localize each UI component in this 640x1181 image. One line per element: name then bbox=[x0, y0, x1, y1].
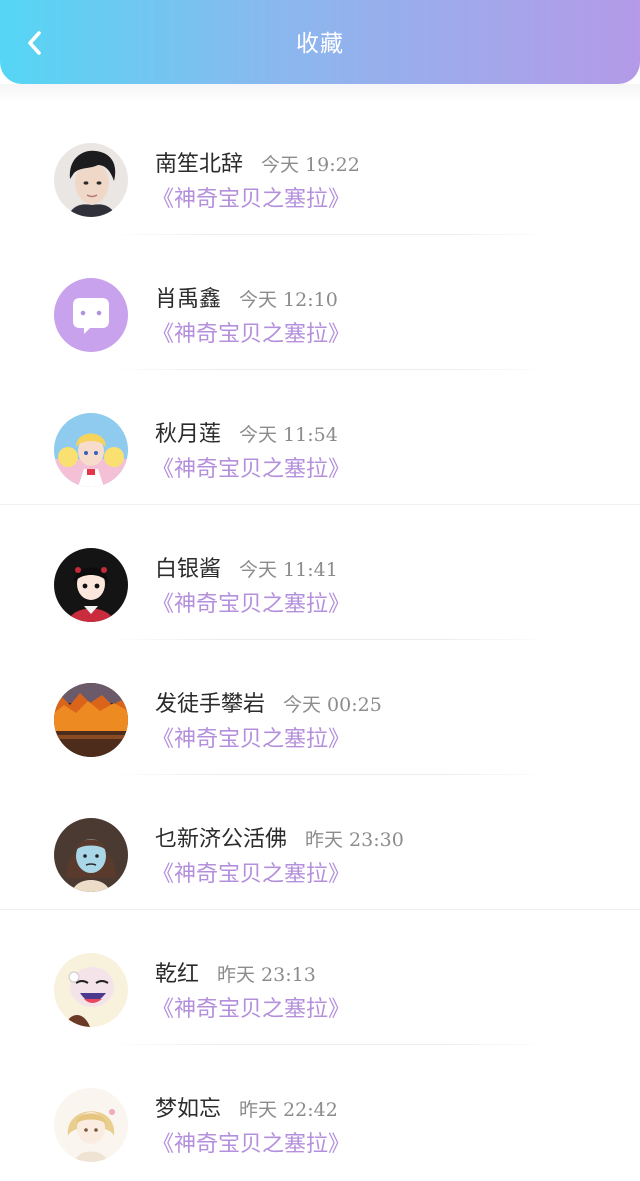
user-name: 肖禹鑫 bbox=[155, 287, 222, 312]
user-name: 白银酱 bbox=[155, 557, 222, 582]
avatar[interactable] bbox=[54, 818, 128, 892]
book-title-link[interactable]: 《神奇宝贝之塞拉》 bbox=[152, 991, 350, 1023]
user-name: 秋月莲 bbox=[155, 422, 222, 447]
book-title-link[interactable]: 《神奇宝贝之塞拉》 bbox=[152, 586, 350, 618]
timestamp: 今天 19:22 bbox=[261, 154, 360, 176]
user-name: 发徒手攀岩 bbox=[155, 692, 266, 717]
timestamp: 昨天 23:13 bbox=[217, 964, 316, 986]
list-item[interactable]: 南笙北辞 今天 19:22 《神奇宝贝之塞拉》 bbox=[0, 100, 640, 235]
list-item[interactable]: 乜新济公活佛 昨天 23:30 《神奇宝贝之塞拉》 bbox=[0, 775, 640, 910]
page-title: 收藏 bbox=[296, 31, 344, 57]
list-item[interactable]: 梦如忘 昨天 22:42 《神奇宝贝之塞拉》 bbox=[0, 1045, 640, 1180]
timestamp: 昨天 23:30 bbox=[305, 829, 404, 851]
top-bar: 收藏 bbox=[0, 0, 640, 84]
avatar[interactable] bbox=[54, 143, 128, 217]
avatar[interactable] bbox=[54, 1088, 128, 1162]
list-item[interactable]: 秋月莲 今天 11:54 《神奇宝贝之塞拉》 bbox=[0, 370, 640, 505]
avatar[interactable] bbox=[54, 548, 128, 622]
avatar[interactable] bbox=[54, 278, 128, 352]
user-name: 乜新济公活佛 bbox=[155, 827, 288, 852]
user-name: 梦如忘 bbox=[155, 1097, 222, 1122]
timestamp: 今天 11:41 bbox=[239, 559, 338, 581]
list-item[interactable]: 发徒手攀岩 今天 00:25 《神奇宝贝之塞拉》 bbox=[0, 640, 640, 775]
book-title-link[interactable]: 《神奇宝贝之塞拉》 bbox=[152, 1126, 350, 1158]
list-item[interactable]: 白银酱 今天 11:41 《神奇宝贝之塞拉》 bbox=[0, 505, 640, 640]
list-item[interactable]: 肖禹鑫 今天 12:10 《神奇宝贝之塞拉》 bbox=[0, 235, 640, 370]
user-name: 南笙北辞 bbox=[155, 152, 244, 177]
favorites-list: 南笙北辞 今天 19:22 《神奇宝贝之塞拉》 肖禹鑫 今天 12:10 《神奇… bbox=[0, 100, 640, 1180]
avatar[interactable] bbox=[54, 953, 128, 1027]
list-item[interactable]: 乾红 昨天 23:13 《神奇宝贝之塞拉》 bbox=[0, 910, 640, 1045]
timestamp: 今天 11:54 bbox=[239, 424, 338, 446]
timestamp: 今天 12:10 bbox=[239, 289, 338, 311]
avatar[interactable] bbox=[54, 413, 128, 487]
timestamp: 昨天 22:42 bbox=[239, 1099, 338, 1121]
timestamp: 今天 00:25 bbox=[283, 694, 382, 716]
avatar[interactable] bbox=[54, 683, 128, 757]
book-title-link[interactable]: 《神奇宝贝之塞拉》 bbox=[152, 451, 350, 483]
user-name: 乾红 bbox=[155, 962, 200, 987]
book-title-link[interactable]: 《神奇宝贝之塞拉》 bbox=[152, 181, 350, 213]
book-title-link[interactable]: 《神奇宝贝之塞拉》 bbox=[152, 316, 350, 348]
book-title-link[interactable]: 《神奇宝贝之塞拉》 bbox=[152, 856, 350, 888]
book-title-link[interactable]: 《神奇宝贝之塞拉》 bbox=[152, 721, 350, 753]
